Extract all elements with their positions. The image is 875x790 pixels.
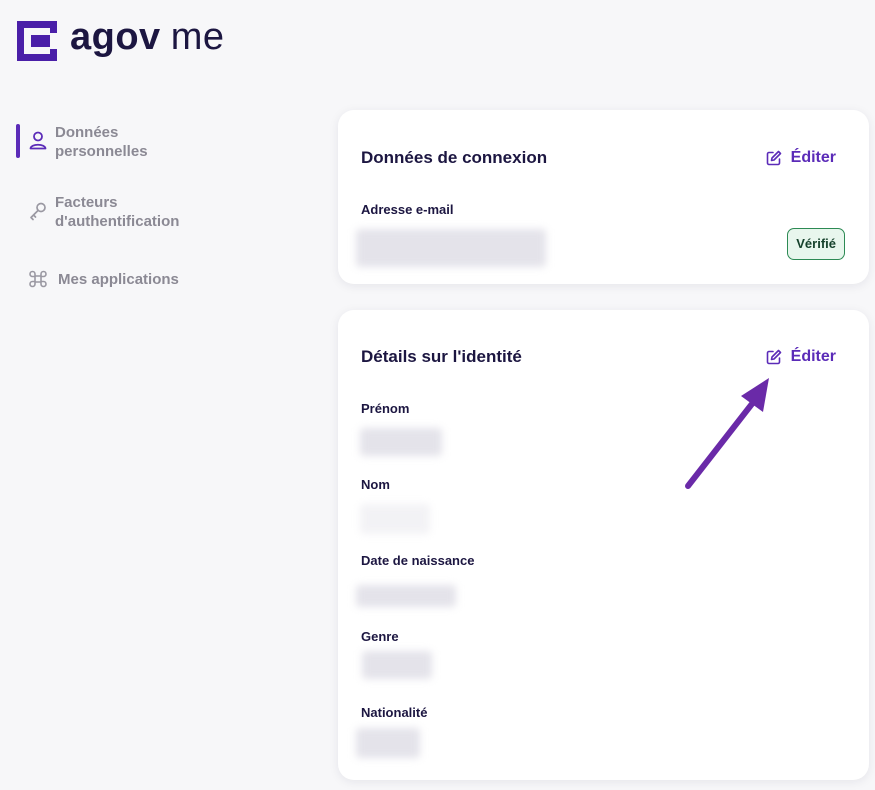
date-of-birth-label: Date de naissance <box>361 553 475 568</box>
nationality-value-redacted <box>356 728 420 758</box>
last-name-value-redacted <box>360 504 430 534</box>
key-icon <box>30 202 46 221</box>
logo-brand-strong: agov <box>70 16 161 58</box>
first-name-label: Prénom <box>361 401 410 416</box>
sidebar-item-label: Facteurs <box>55 194 118 211</box>
last-name-label: Nom <box>361 477 390 492</box>
edit-icon <box>766 349 781 365</box>
logo-wordmark: agov me <box>70 17 225 57</box>
sidebar-item-label: d'authentification <box>55 213 180 230</box>
edit-label: Éditer <box>790 348 836 365</box>
card-title: Données de connexion <box>361 148 548 167</box>
date-of-birth-value-redacted <box>356 585 456 607</box>
app-logo[interactable]: agov me <box>17 17 225 61</box>
gender-value-redacted <box>362 651 432 679</box>
user-icon <box>29 131 47 150</box>
edit-label: Éditer <box>790 149 836 166</box>
edit-login-button[interactable]: Éditer <box>766 149 836 167</box>
edit-identity-button[interactable]: Éditer <box>766 348 836 366</box>
logo-brand-light: me <box>170 16 225 58</box>
active-indicator <box>16 124 20 158</box>
command-icon <box>29 270 47 288</box>
first-name-value-redacted <box>360 428 442 456</box>
login-data-card: Données de connexion Éditer Adresse e-ma… <box>338 110 869 284</box>
email-value-redacted <box>356 229 546 267</box>
edit-icon <box>766 150 781 166</box>
card-title: Détails sur l'identité <box>361 347 522 366</box>
page: agov me Données personnelles Facteurs d'a… <box>0 0 875 790</box>
agov-logo-icon <box>17 21 57 61</box>
email-label: Adresse e-mail <box>361 202 454 217</box>
sidebar-item-label: Mes applications <box>58 271 179 288</box>
nationality-label: Nationalité <box>361 705 428 720</box>
verified-status-badge: Vérifié <box>787 228 845 260</box>
gender-label: Genre <box>361 629 399 644</box>
sidebar-item-label: personnelles <box>55 143 148 160</box>
identity-details-card: Détails sur l'identité Éditer Prénom Nom… <box>338 310 869 780</box>
sidebar-item-label: Données <box>55 124 119 141</box>
